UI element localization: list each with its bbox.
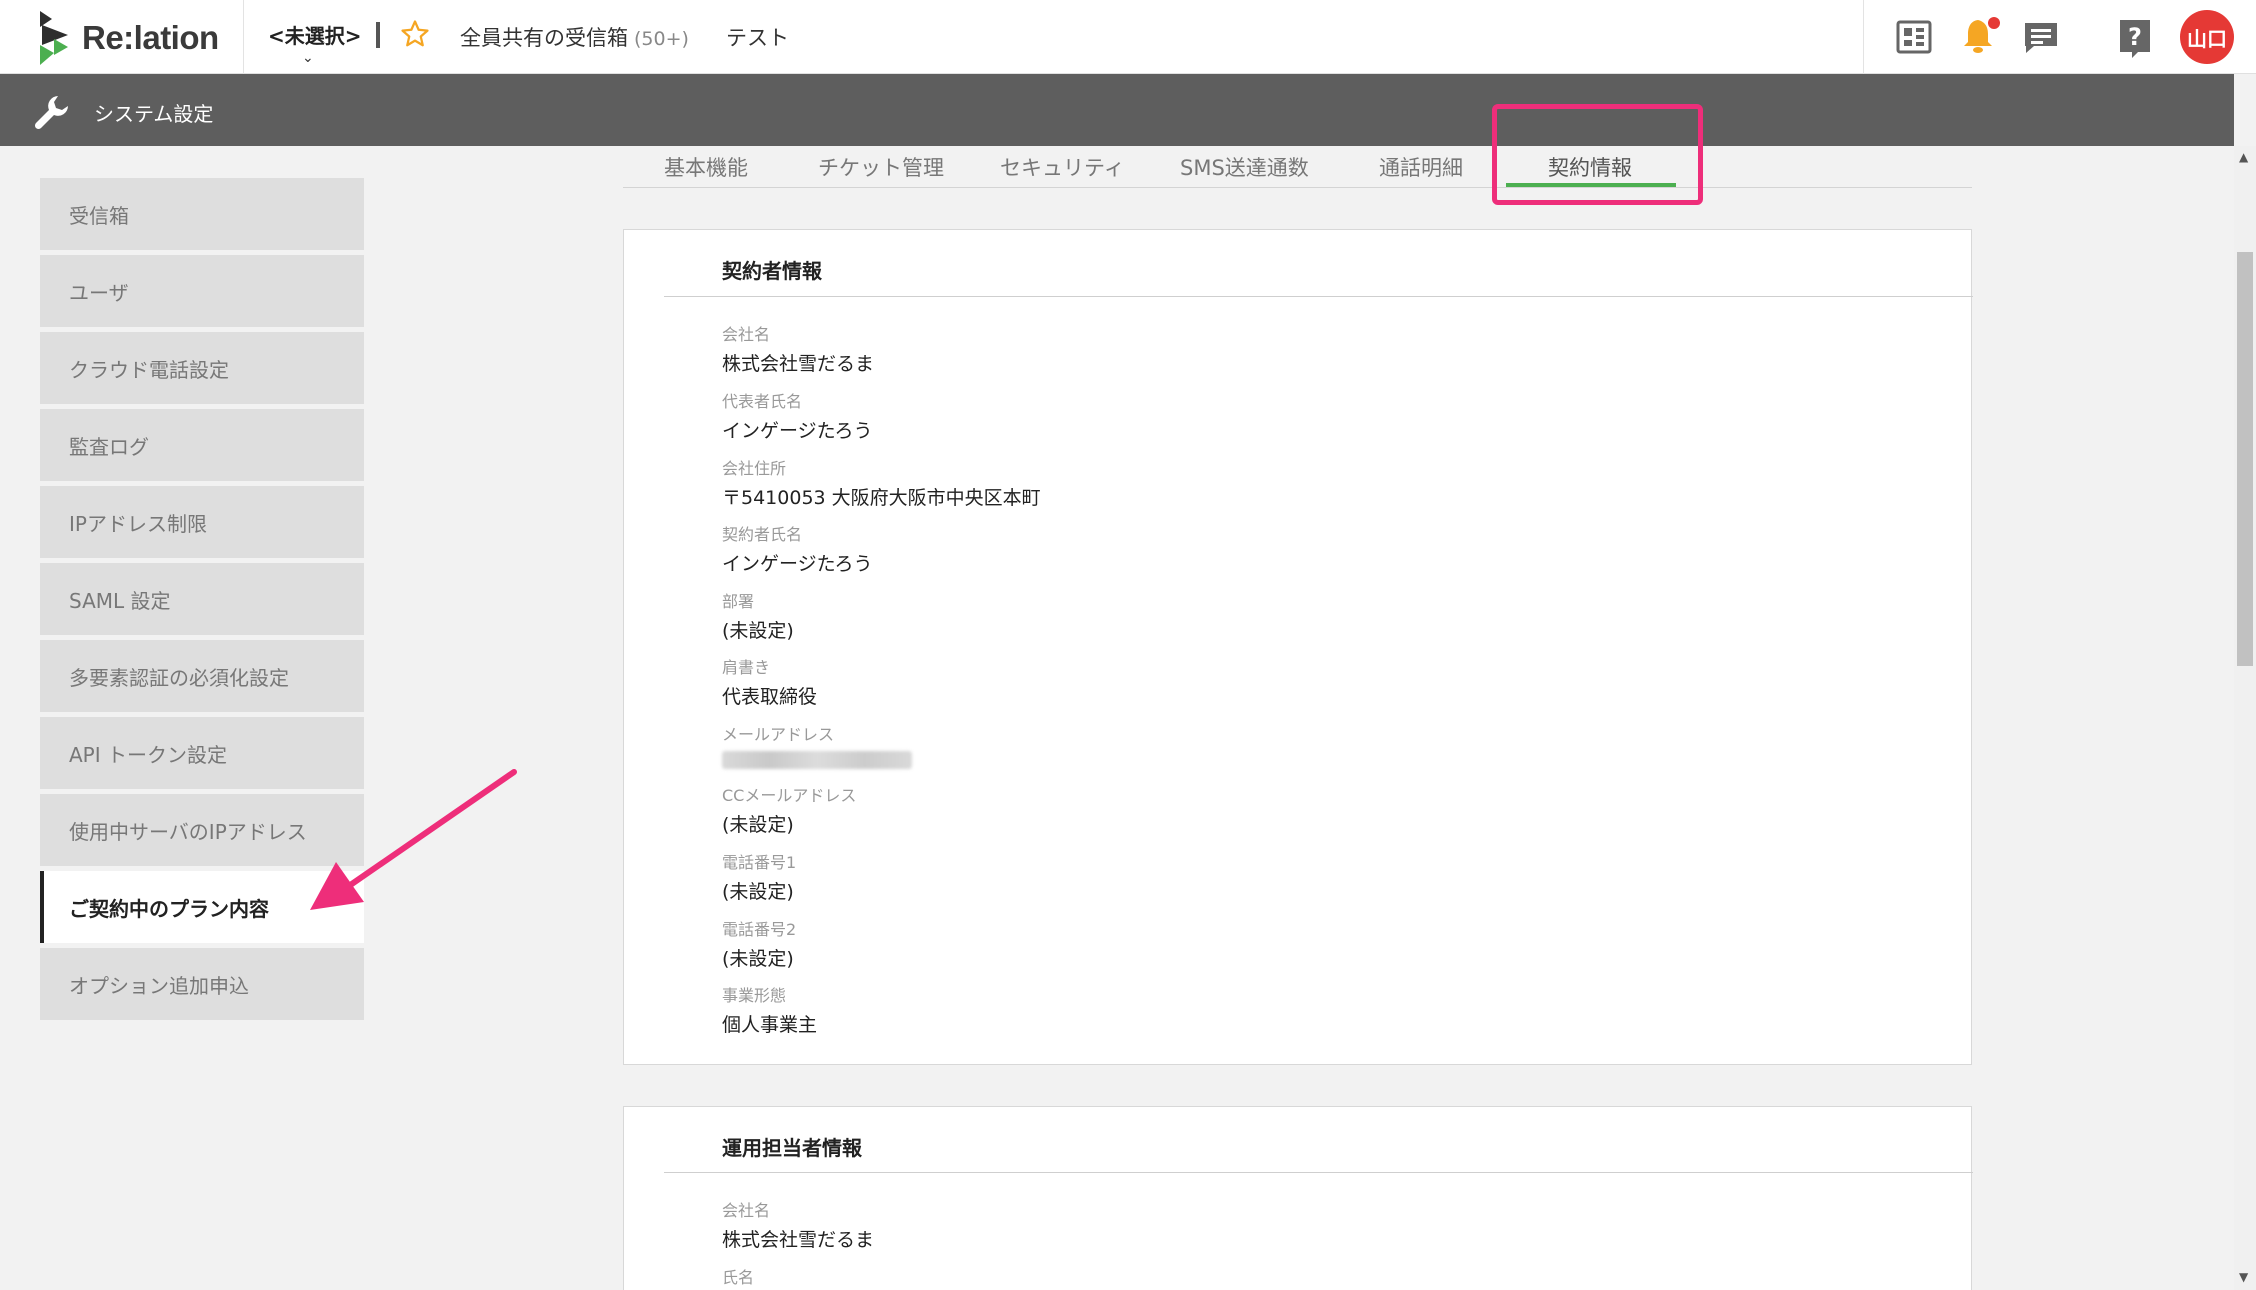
- sidebar-item-users[interactable]: ユーザ: [40, 255, 364, 327]
- field-label: 会社名: [722, 325, 771, 344]
- chevron-down-icon[interactable]: ⌄: [302, 50, 314, 66]
- annotation-arrow-icon: [310, 769, 517, 910]
- field-value: 代表取締役: [722, 686, 818, 708]
- scroll-down-arrow-icon[interactable]: ▼: [2239, 1270, 2248, 1284]
- system-settings-bar: システム設定: [0, 74, 2234, 146]
- field-label: 電話番号1: [722, 853, 797, 872]
- header-right-divider: [1863, 0, 1864, 74]
- wrench-icon: [34, 96, 68, 130]
- tab-security[interactable]: セキュリティ: [1000, 146, 1125, 187]
- system-settings-title: システム設定: [94, 102, 214, 126]
- field-label: 部署: [722, 592, 755, 611]
- tab-call-details[interactable]: 通話明細: [1379, 146, 1463, 187]
- blurred-email-value: [722, 751, 912, 769]
- field-value: (未設定): [722, 881, 794, 903]
- sidebar-item-inbox[interactable]: 受信箱: [40, 178, 364, 250]
- card-divider: [664, 296, 1973, 297]
- sidebar-item-cloud-phone[interactable]: クラウド電話設定: [40, 332, 364, 404]
- operator-info-card: 運用担当者情報 会社名 株式会社雪だるま 氏名: [623, 1106, 1973, 1290]
- shared-inbox-count: (50+): [634, 28, 689, 50]
- help-icon[interactable]: ?: [2118, 18, 2152, 58]
- tab-basic[interactable]: 基本機能: [664, 146, 748, 187]
- star-icon[interactable]: [400, 19, 430, 49]
- sidebar-item-audit-log[interactable]: 監査ログ: [40, 409, 364, 481]
- field-label: 肩書き: [722, 658, 771, 677]
- logo-text: Re:lation: [82, 19, 219, 56]
- top-header: Re:lation <未選択> ⌄ 全員共有の受信箱 (50+) テスト ? 山口: [0, 0, 2256, 74]
- chat-icon[interactable]: [2022, 20, 2060, 56]
- shared-inbox-link[interactable]: 全員共有の受信箱 (50+): [460, 22, 689, 52]
- scrollbar-thumb[interactable]: [2237, 252, 2253, 666]
- field-value: 〒5410053 大阪府大阪市中央区本町: [722, 487, 1041, 509]
- field-label: 会社名: [722, 1201, 771, 1220]
- field-label: 契約者氏名: [722, 525, 803, 544]
- dashboard-icon[interactable]: [1896, 20, 1932, 54]
- card-divider: [664, 1172, 1973, 1173]
- svg-text:?: ?: [2128, 23, 2142, 51]
- tab-sms[interactable]: SMS送達通数: [1180, 146, 1309, 187]
- field-value: インゲージたろう: [722, 553, 873, 575]
- sidebar-item-saml[interactable]: SAML 設定: [40, 563, 364, 635]
- field-label: 代表者氏名: [722, 392, 803, 411]
- header-divider: [243, 0, 244, 74]
- inbox-select-dropdown[interactable]: <未選択>: [268, 20, 362, 49]
- header-separator: [376, 22, 380, 48]
- field-value: 株式会社雪だるま: [722, 1229, 875, 1251]
- scroll-up-arrow-icon[interactable]: ▲: [2239, 150, 2248, 164]
- field-value: (未設定): [722, 948, 794, 970]
- field-value: (未設定): [722, 814, 794, 836]
- field-value: 個人事業主: [722, 1014, 818, 1036]
- tab-ticket[interactable]: チケット管理: [818, 146, 944, 187]
- test-inbox-link[interactable]: テスト: [726, 22, 789, 52]
- field-label: 氏名: [722, 1268, 755, 1287]
- bell-icon[interactable]: [1960, 16, 2000, 56]
- field-label: 電話番号2: [722, 920, 797, 939]
- relation-logo-icon: [40, 11, 68, 65]
- contractor-info-card: 契約者情報 会社名 株式会社雪だるま 代表者氏名 インゲージたろう 会社住所 〒…: [623, 229, 1973, 1065]
- field-label: CCメールアドレス: [722, 786, 857, 805]
- sidebar-item-option-apply[interactable]: オプション追加申込: [40, 948, 364, 1020]
- field-value: 株式会社雪だるま: [722, 353, 875, 375]
- contractor-info-title: 契約者情報: [722, 259, 822, 283]
- sidebar-item-mfa[interactable]: 多要素認証の必須化設定: [40, 640, 364, 712]
- field-value: インゲージたろう: [722, 420, 873, 442]
- sidebar-item-ip-restriction[interactable]: IPアドレス制限: [40, 486, 364, 558]
- app-logo[interactable]: Re:lation: [36, 10, 219, 66]
- field-label: メールアドレス: [722, 725, 835, 744]
- operator-info-title: 運用担当者情報: [722, 1136, 862, 1160]
- tab-highlight-annotation: [1492, 104, 1703, 205]
- field-label: 会社住所: [722, 459, 787, 478]
- shared-inbox-label: 全員共有の受信箱: [460, 26, 628, 50]
- user-avatar[interactable]: 山口: [2180, 10, 2234, 64]
- settings-tabs: 基本機能 チケット管理 セキュリティ SMS送達通数 通話明細 契約情報: [623, 146, 1972, 188]
- field-value: (未設定): [722, 620, 794, 642]
- field-label: 事業形態: [722, 986, 787, 1005]
